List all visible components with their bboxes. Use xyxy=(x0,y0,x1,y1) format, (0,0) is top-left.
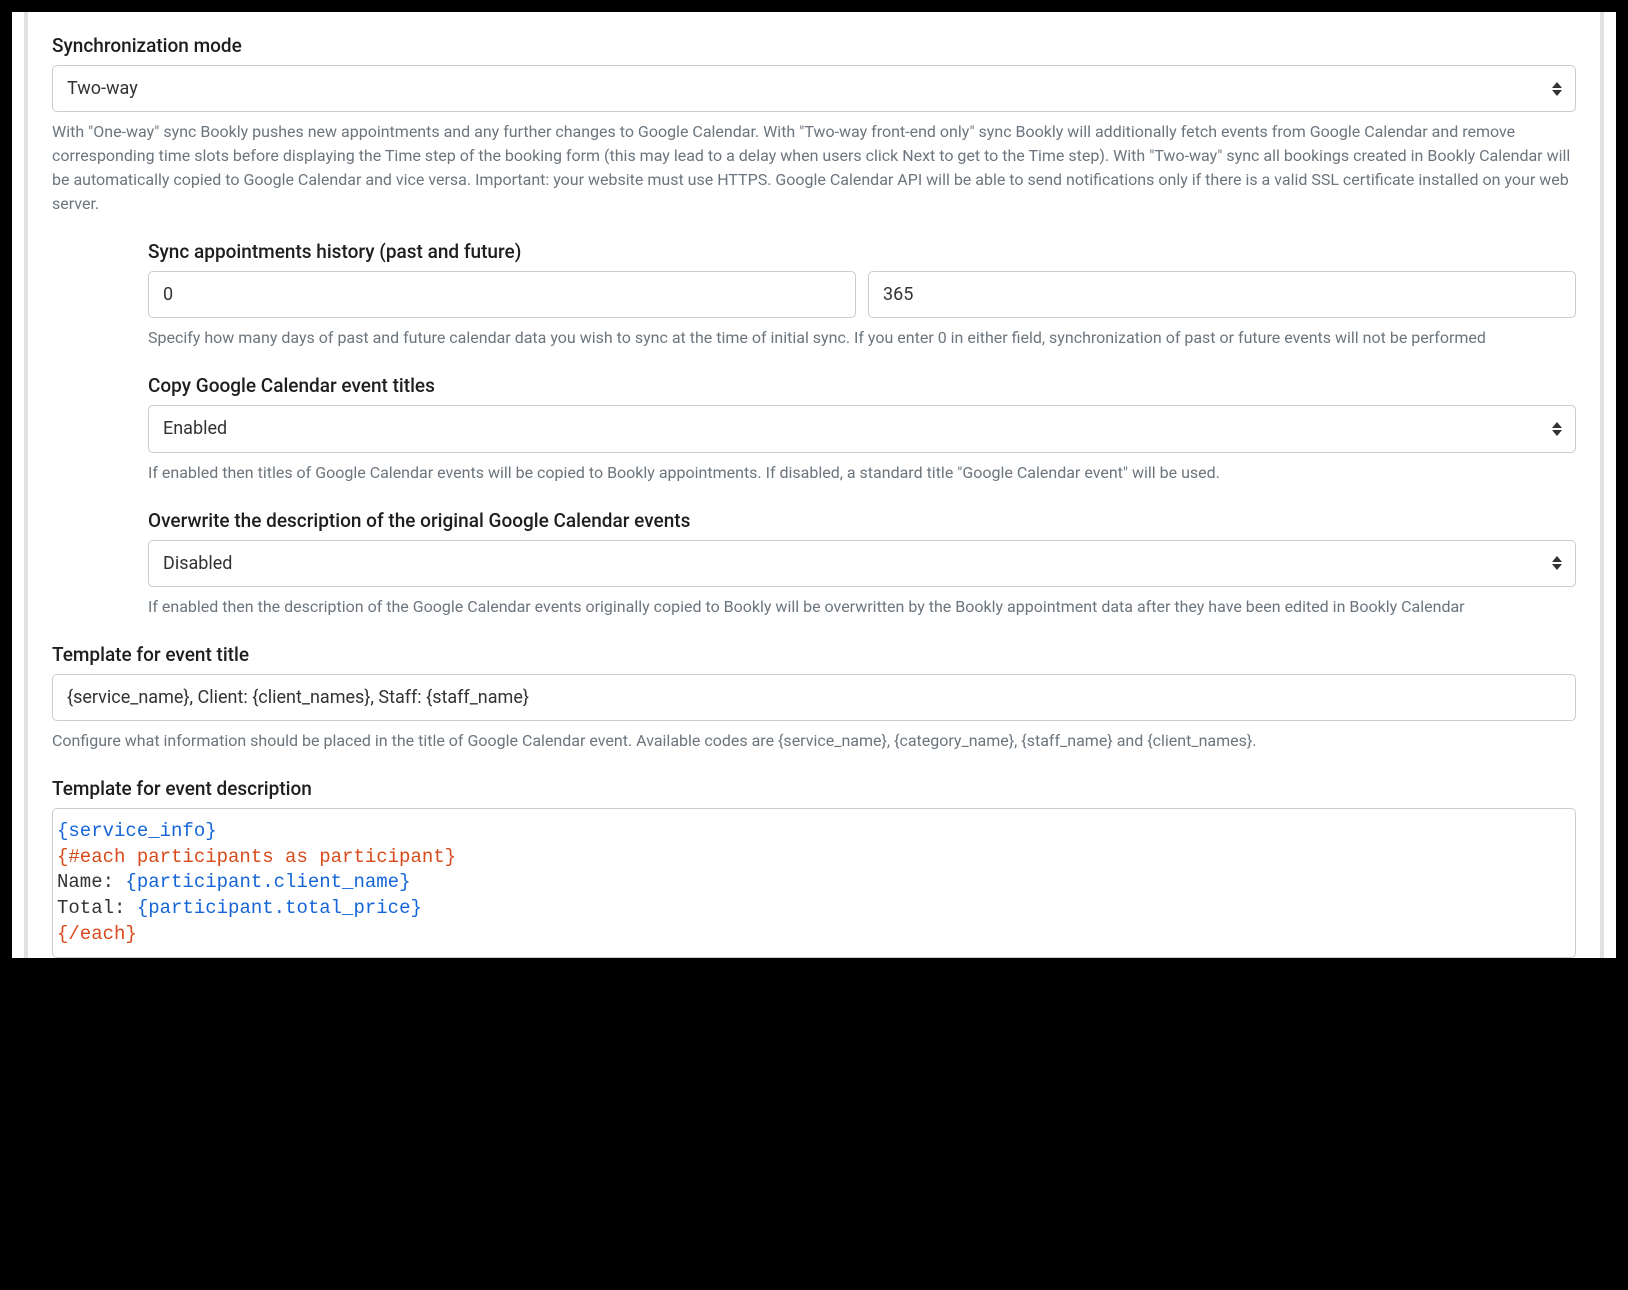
template-desc-label: Template for event description xyxy=(52,777,1576,800)
history-help: Specify how many days of past and future… xyxy=(148,326,1576,350)
settings-form: Synchronization mode Two-way With "One-w… xyxy=(12,12,1616,958)
code-token: {participant.client_name} xyxy=(125,871,410,893)
history-past-input[interactable] xyxy=(148,271,856,318)
copy-titles-section: Copy Google Calendar event titles Enable… xyxy=(148,374,1576,484)
sync-mode-help: With "One-way" sync Bookly pushes new ap… xyxy=(52,120,1576,216)
overwrite-desc-label: Overwrite the description of the origina… xyxy=(148,509,1576,532)
copy-titles-help: If enabled then titles of Google Calenda… xyxy=(148,461,1576,485)
overwrite-desc-help: If enabled then the description of the G… xyxy=(148,595,1576,619)
template-title-input[interactable] xyxy=(52,674,1576,721)
code-token: {#each participants as participant} xyxy=(57,846,456,868)
copy-titles-label: Copy Google Calendar event titles xyxy=(148,374,1576,397)
template-title-section: Template for event title Configure what … xyxy=(52,643,1576,753)
sync-mode-section: Synchronization mode Two-way With "One-w… xyxy=(52,34,1576,216)
sync-mode-label: Synchronization mode xyxy=(52,34,1576,57)
template-desc-section: Template for event description {service_… xyxy=(52,777,1576,958)
template-title-help: Configure what information should be pla… xyxy=(52,729,1576,753)
overwrite-desc-select-wrap: Disabled xyxy=(148,540,1576,587)
history-section: Sync appointments history (past and futu… xyxy=(148,240,1576,350)
code-token: {service_info} xyxy=(57,820,217,842)
two-way-options: Sync appointments history (past and futu… xyxy=(100,240,1576,619)
code-token: Name: xyxy=(57,871,125,893)
sync-mode-select-wrap: Two-way xyxy=(52,65,1576,112)
history-future-input[interactable] xyxy=(868,271,1576,318)
template-desc-editor[interactable]: {service_info} {#each participants as pa… xyxy=(52,808,1576,958)
overwrite-desc-select[interactable]: Disabled xyxy=(148,540,1576,587)
history-inputs-row xyxy=(148,271,1576,318)
code-token: {participant.total_price} xyxy=(137,897,422,919)
copy-titles-select-wrap: Enabled xyxy=(148,405,1576,452)
overwrite-desc-section: Overwrite the description of the origina… xyxy=(148,509,1576,619)
history-label: Sync appointments history (past and futu… xyxy=(148,240,1576,263)
copy-titles-select[interactable]: Enabled xyxy=(148,405,1576,452)
code-token: {/each} xyxy=(57,923,137,945)
template-title-label: Template for event title xyxy=(52,643,1576,666)
sync-mode-select[interactable]: Two-way xyxy=(52,65,1576,112)
code-token: Total: xyxy=(57,897,137,919)
